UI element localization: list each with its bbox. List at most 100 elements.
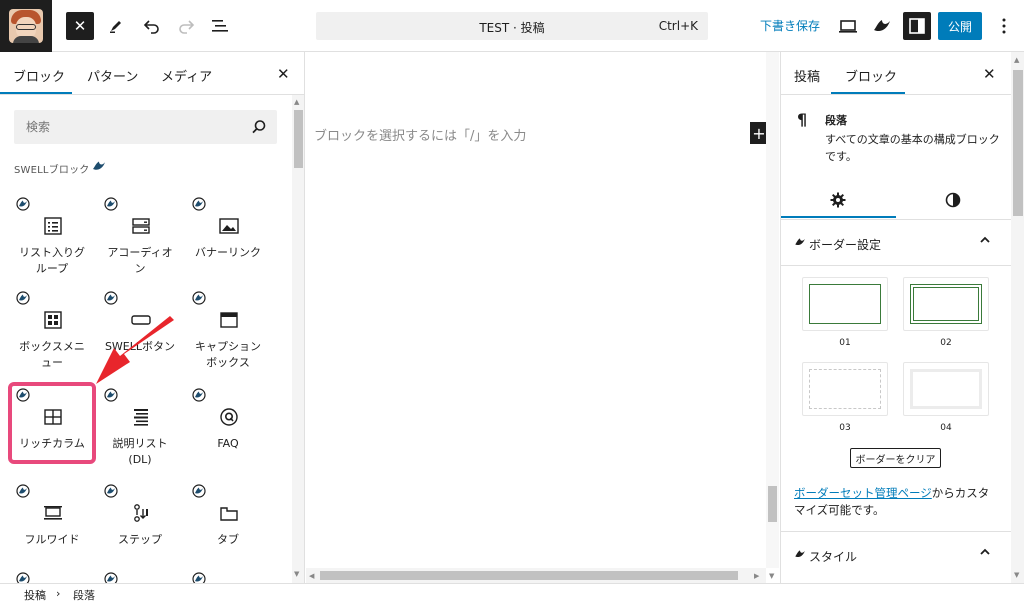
block-item[interactable]: SWELLボタン (96, 289, 184, 381)
swatch-label: 02 (940, 338, 952, 348)
save-draft-button[interactable]: 下書き保存 (760, 17, 820, 34)
pen-icon (110, 21, 121, 33)
search-input[interactable] (14, 110, 244, 144)
block-label: FAQ (217, 437, 239, 450)
block-card-description: すべての文章の基本の構成ブロックです。 (825, 133, 1000, 163)
block-label: キャプション ボックス (195, 340, 261, 369)
inserter-scroll-thumb[interactable] (294, 110, 303, 168)
chevron-up-icon[interactable] (979, 234, 991, 246)
search-icon[interactable] (251, 119, 267, 135)
settings-sidebar: 投稿 ブロック ✕ ¶ 段落 すべての文章の基本の構成ブロックです。 ボーダー設… (780, 52, 1024, 583)
border-swatch-04[interactable] (903, 362, 989, 416)
swell-badge-icon (16, 484, 30, 501)
accordion-icon (130, 215, 152, 237)
close-sidebar-icon[interactable]: ✕ (983, 65, 996, 83)
block-item[interactable]: キャプション ボックス (184, 289, 272, 381)
tab-styles[interactable] (943, 190, 963, 210)
tab-blocks[interactable]: ブロック (13, 66, 65, 85)
border-swatch-01[interactable] (802, 277, 888, 331)
editor-canvas[interactable]: ブロックを選択するには「/」を入力 + ◀ ▶ ▼ (306, 52, 779, 583)
tab-post[interactable]: 投稿 (794, 66, 820, 85)
clear-border-button[interactable]: ボーダーをクリア (850, 448, 941, 468)
tab-settings[interactable] (828, 190, 848, 210)
tab-patterns[interactable]: パターン (87, 66, 138, 85)
block-placeholder[interactable]: ブロックを選択するには「/」を入力 (314, 125, 526, 144)
scroll-left-arrow[interactable]: ◀ (309, 572, 314, 580)
swell-badge-icon (192, 388, 206, 405)
block-item[interactable]: バナーリンク (184, 195, 272, 287)
redo-button[interactable] (172, 12, 200, 40)
swatch-label: 01 (839, 338, 851, 348)
breadcrumb-item-paragraph[interactable]: 段落 (73, 587, 95, 603)
block-item[interactable]: リスト入りグ ループ (8, 195, 96, 287)
block-item[interactable]: ボックスメニ ュー (8, 289, 96, 381)
command-palette-bar[interactable]: TEST · 投稿 Ctrl+K (316, 12, 708, 40)
gear-icon (830, 192, 846, 208)
tab-icon (218, 502, 240, 524)
inserter-scrollbar[interactable] (292, 95, 304, 583)
border-swatch-02[interactable] (903, 277, 989, 331)
border-set-management-link[interactable]: ボーダーセット管理ページ (794, 486, 932, 500)
block-item[interactable]: ステップ (96, 482, 184, 574)
block-item[interactable]: FAQ (184, 386, 272, 478)
description-list-icon (130, 406, 152, 428)
swell-logo-icon (795, 238, 805, 246)
swell-settings-button[interactable] (868, 12, 896, 40)
canvas-horizontal-thumb[interactable] (320, 571, 738, 580)
preview-button[interactable] (834, 12, 862, 40)
canvas-vertical-thumb[interactable] (768, 486, 777, 522)
block-label: 説明リスト (DL) (112, 437, 168, 466)
block-inserter-panel: ブロック パターン メディア ✕ SWELLブロック リスト入りグ ループアコー… (0, 52, 305, 583)
scroll-up-arrow[interactable]: ▲ (1014, 56, 1019, 64)
swatch-label: 04 (940, 423, 952, 433)
scroll-down-arrow[interactable]: ▼ (294, 570, 299, 578)
undo-button[interactable] (138, 12, 166, 40)
scroll-right-arrow[interactable]: ▶ (754, 572, 759, 580)
document-overview-button[interactable] (206, 12, 234, 40)
close-inserter-button[interactable]: ✕ (66, 12, 94, 40)
scroll-down-arrow[interactable]: ▼ (1014, 571, 1019, 579)
sidebar-scroll-thumb[interactable] (1013, 70, 1023, 216)
tab-block[interactable]: ブロック (845, 66, 897, 85)
border-settings-panel-header[interactable]: ボーダー設定 (781, 220, 1011, 266)
tab-media[interactable]: メディア (161, 66, 212, 85)
active-tab-indicator (831, 92, 905, 94)
border-swatch-03[interactable] (802, 362, 888, 416)
close-inserter-icon[interactable]: ✕ (277, 65, 290, 83)
swell-badge-icon (16, 572, 30, 583)
block-item[interactable]: アコーディオ ン (96, 195, 184, 287)
block-label: バナーリンク (195, 246, 261, 259)
block-inspector-tabs (781, 182, 1011, 220)
swell-logo-icon (874, 20, 890, 32)
swell-badge-icon (192, 484, 206, 501)
publish-button[interactable]: 公開 (938, 12, 982, 40)
block-item[interactable]: 説明リスト (DL) (96, 386, 184, 478)
swell-badge-icon (104, 572, 118, 583)
sidebar-toggle-icon (909, 18, 925, 34)
block-item[interactable]: タブ (184, 482, 272, 574)
redo-icon (179, 20, 195, 34)
scroll-down-arrow[interactable]: ▼ (769, 572, 774, 580)
block-label: ステップ (118, 533, 162, 546)
scroll-up-arrow[interactable]: ▲ (294, 98, 299, 106)
swell-badge-icon (104, 388, 118, 405)
block-item[interactable]: フルワイド (8, 482, 96, 574)
close-icon: ✕ (73, 17, 87, 35)
full-wide-icon (42, 502, 64, 524)
chevron-up-icon[interactable] (979, 546, 991, 558)
site-icon-button[interactable] (0, 0, 52, 52)
options-button[interactable] (990, 12, 1018, 40)
swatch-label: 03 (839, 423, 851, 433)
breadcrumb-item-post[interactable]: 投稿 (24, 587, 46, 603)
sidebar-tabs: 投稿 ブロック ✕ (781, 52, 1024, 95)
swell-button-icon (130, 309, 152, 331)
editor-header: ✕ TEST · 投稿 Ctrl+K 下書き保存 公開 (0, 0, 1024, 52)
tools-button[interactable] (102, 12, 130, 40)
style-panel-header[interactable]: スタイル (781, 531, 1011, 577)
settings-toggle-button[interactable] (903, 12, 931, 40)
contrast-icon (945, 192, 961, 208)
swell-badge-icon (104, 291, 118, 308)
plus-icon: + (752, 123, 766, 143)
command-shortcut: Ctrl+K (658, 19, 698, 33)
step-icon (130, 502, 152, 524)
